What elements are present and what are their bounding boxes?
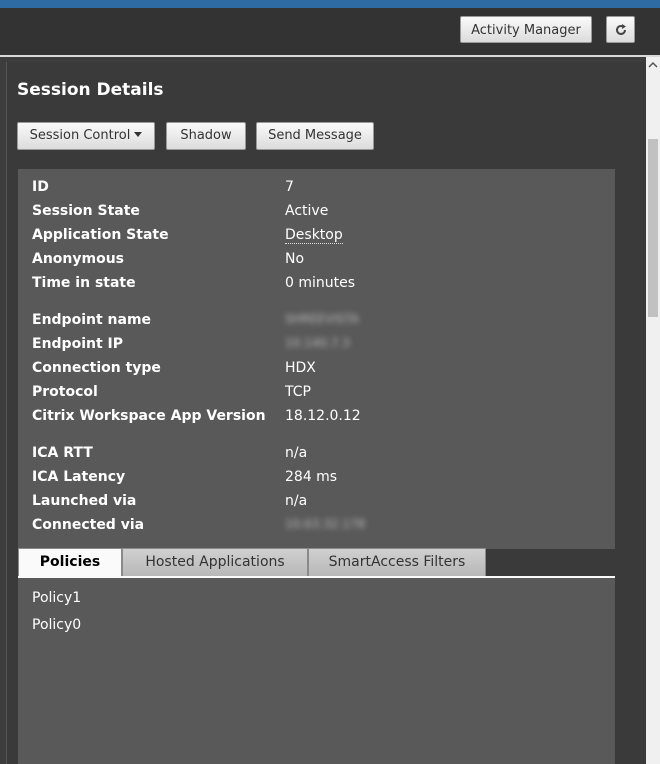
session-control-button[interactable]: Session Control	[17, 122, 155, 150]
send-message-button[interactable]: Send Message	[256, 122, 374, 150]
detail-value: 0 minutes	[285, 275, 356, 291]
application-state-link[interactable]: Desktop	[285, 227, 343, 244]
detail-row: Launched via n/a	[32, 493, 602, 513]
detail-row: Connected via 10.63.32.178	[32, 517, 602, 537]
detail-value: No	[285, 251, 305, 267]
detail-label: Time in state	[32, 275, 136, 291]
session-details-table: ID 7 Session State Active Application Stat…	[18, 169, 615, 549]
detail-label: ICA RTT	[32, 445, 93, 461]
tab-smartaccess-filters[interactable]: SmartAccess Filters	[308, 548, 486, 576]
detail-label: Connection type	[32, 360, 161, 376]
policies-list: Policy1 Policy0	[18, 578, 615, 764]
detail-row: ICA RTT n/a	[32, 445, 602, 465]
detail-value-redacted: 10.63.32.178	[285, 517, 366, 531]
toolbar-divider	[0, 55, 660, 57]
detail-value: HDX	[285, 360, 316, 376]
detail-row: Session State Active	[32, 203, 602, 223]
session-control-label: Session Control	[29, 128, 131, 143]
detail-row: Endpoint name SHREEVISTA	[32, 312, 602, 332]
detail-value: n/a	[285, 493, 308, 509]
detail-label: ID	[32, 179, 49, 195]
tab-hosted-applications[interactable]: Hosted Applications	[122, 548, 308, 576]
detail-value-redacted: SHREEVISTA	[285, 312, 360, 326]
detail-row: ICA Latency 284 ms	[32, 469, 602, 489]
scroll-up-arrow[interactable]	[646, 61, 660, 73]
detail-row: Protocol TCP	[32, 384, 602, 404]
caret-down-icon	[134, 132, 143, 137]
detail-label: Session State	[32, 203, 140, 219]
refresh-button[interactable]	[606, 16, 635, 43]
detail-row: Endpoint IP 10.140.7.3	[32, 336, 602, 356]
detail-value-redacted: 10.140.7.3	[285, 336, 350, 350]
detail-label: Endpoint IP	[32, 336, 123, 352]
detail-value: Active	[285, 203, 329, 219]
detail-row: Citrix Workspace App Version 18.12.0.12	[32, 408, 602, 428]
detail-label: Launched via	[32, 493, 137, 509]
detail-value: n/a	[285, 445, 308, 461]
tab-policies[interactable]: Policies	[18, 548, 122, 578]
detail-row: Time in state 0 minutes	[32, 275, 602, 295]
detail-value: 18.12.0.12	[285, 408, 361, 424]
detail-label: Application State	[32, 227, 169, 243]
chevron-up-icon	[648, 61, 658, 68]
list-item: Policy1	[32, 590, 82, 606]
detail-row: Anonymous No	[32, 251, 602, 271]
vertical-scrollbar[interactable]	[646, 57, 660, 764]
detail-value: 284 ms	[285, 469, 338, 485]
activity-manager-button[interactable]: Activity Manager	[460, 16, 592, 43]
scroll-thumb[interactable]	[648, 139, 658, 317]
detail-label: Protocol	[32, 384, 98, 400]
page-title: Session Details	[17, 80, 164, 100]
list-item: Policy0	[32, 617, 82, 633]
refresh-icon	[615, 23, 626, 35]
detail-value: 7	[285, 179, 294, 195]
detail-label: Connected via	[32, 517, 145, 533]
details-tabs: Policies Hosted Applications SmartAccess…	[18, 548, 615, 578]
detail-value: TCP	[285, 384, 311, 400]
detail-label: ICA Latency	[32, 469, 126, 485]
detail-row: Application State Desktop	[32, 227, 602, 247]
detail-label: Anonymous	[32, 251, 125, 267]
detail-row: Connection type HDX	[32, 360, 602, 380]
shadow-button[interactable]: Shadow	[166, 122, 246, 150]
detail-label: Endpoint name	[32, 312, 152, 328]
detail-row: ID 7	[32, 179, 602, 199]
detail-label: Citrix Workspace App Version	[32, 408, 266, 424]
top-accent-strip	[0, 0, 660, 8]
